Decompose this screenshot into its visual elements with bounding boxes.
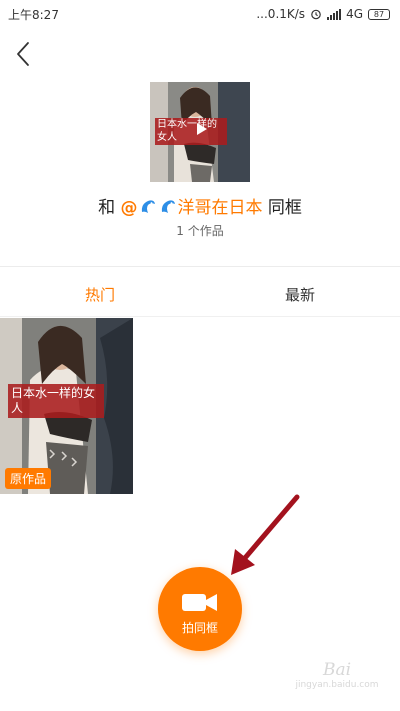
battery-icon: 87: [368, 8, 390, 20]
blue-dolphin-icon: [161, 200, 175, 213]
video-caption: 日本水一样的女人: [8, 384, 104, 418]
play-icon: [197, 123, 207, 135]
battery-level: 87: [373, 9, 385, 19]
status-indicators: ...0.1K/s 4G 87: [256, 7, 390, 21]
shoot-duet-button[interactable]: 拍同框: [158, 567, 242, 651]
duet-title: 和 @ 洋哥在日本 同框: [0, 193, 400, 218]
divider: [0, 316, 400, 317]
author-name-link[interactable]: 洋哥在日本: [178, 198, 263, 218]
status-bar: 上午8:27 ...0.1K/s 4G 87: [0, 0, 400, 28]
alarm-icon: [311, 9, 321, 20]
video-camera-icon: [182, 594, 217, 611]
signal-icon: [327, 8, 342, 20]
works-count: 1 个作品: [176, 224, 224, 238]
watermark-text: Bai: [322, 660, 352, 680]
title-at-sign: @: [120, 198, 138, 218]
original-video-cover[interactable]: 日本水一样的女人: [150, 82, 250, 182]
shoot-duet-label: 拍同框: [181, 621, 218, 635]
status-time: 上午8:27: [8, 7, 59, 22]
back-icon[interactable]: [12, 40, 36, 68]
original-work-badge: 原作品: [5, 468, 52, 489]
video-card[interactable]: 日本水一样的女人 原作品: [0, 318, 133, 494]
title-suffix: 同框: [267, 198, 302, 218]
title-prefix: 和: [98, 198, 116, 218]
network-type: 4G: [346, 7, 363, 21]
blue-dolphin-icon: [141, 200, 155, 213]
tab-latest[interactable]: 最新: [250, 284, 350, 305]
annotation-arrow-icon: [231, 494, 300, 575]
network-speed: ...0.1K/s: [256, 7, 306, 21]
baidu-watermark: Bai jingyan.baidu.com: [282, 660, 392, 700]
watermark-url: jingyan.baidu.com: [295, 680, 379, 690]
tab-hot[interactable]: 热门: [50, 284, 150, 305]
cover-caption: 日本水一样的女人: [155, 118, 227, 145]
divider: [0, 266, 400, 267]
